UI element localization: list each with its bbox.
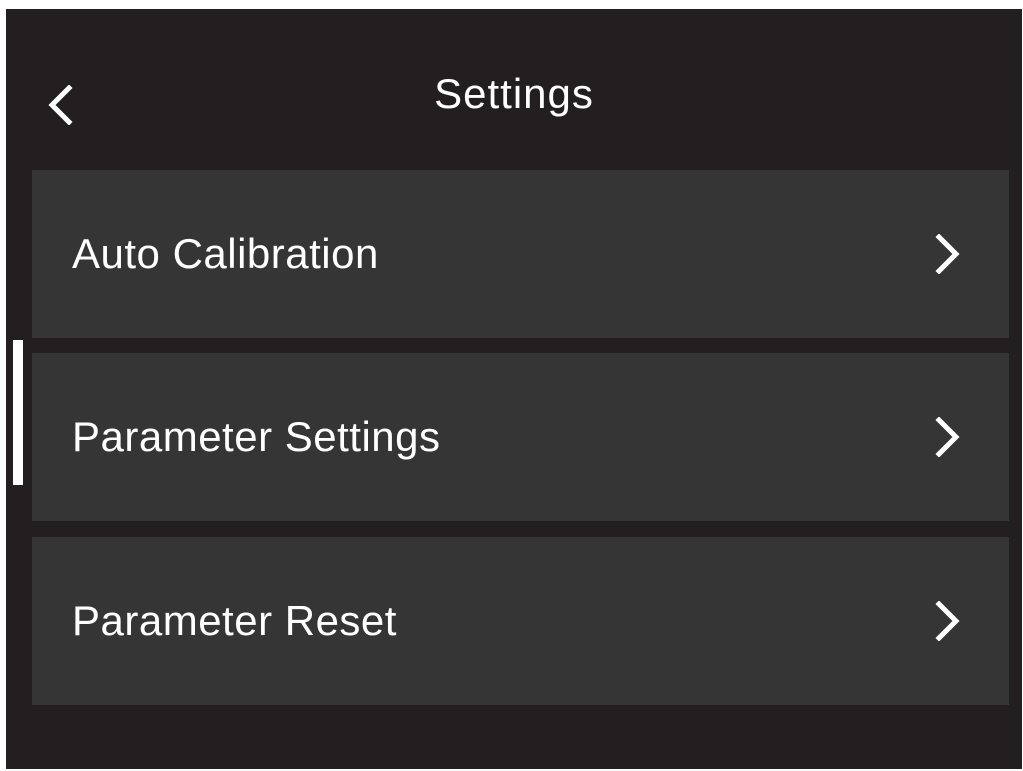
header: Settings bbox=[6, 9, 1022, 170]
chevron-right-icon bbox=[935, 601, 961, 641]
settings-screen: Settings Auto Calibration Parameter Sett… bbox=[6, 9, 1022, 769]
page-title: Settings bbox=[434, 70, 594, 117]
menu-item-label: Parameter Settings bbox=[72, 413, 441, 460]
menu-item-label: Parameter Reset bbox=[72, 597, 397, 644]
menu-item-parameter-reset[interactable]: Parameter Reset bbox=[32, 537, 1009, 705]
chevron-right-icon bbox=[935, 234, 961, 274]
menu-item-parameter-settings[interactable]: Parameter Settings bbox=[32, 353, 1009, 521]
menu-item-auto-calibration[interactable]: Auto Calibration bbox=[32, 170, 1009, 338]
chevron-right-icon bbox=[935, 417, 961, 457]
menu-item-label: Auto Calibration bbox=[72, 230, 379, 277]
selection-indicator bbox=[13, 340, 23, 485]
